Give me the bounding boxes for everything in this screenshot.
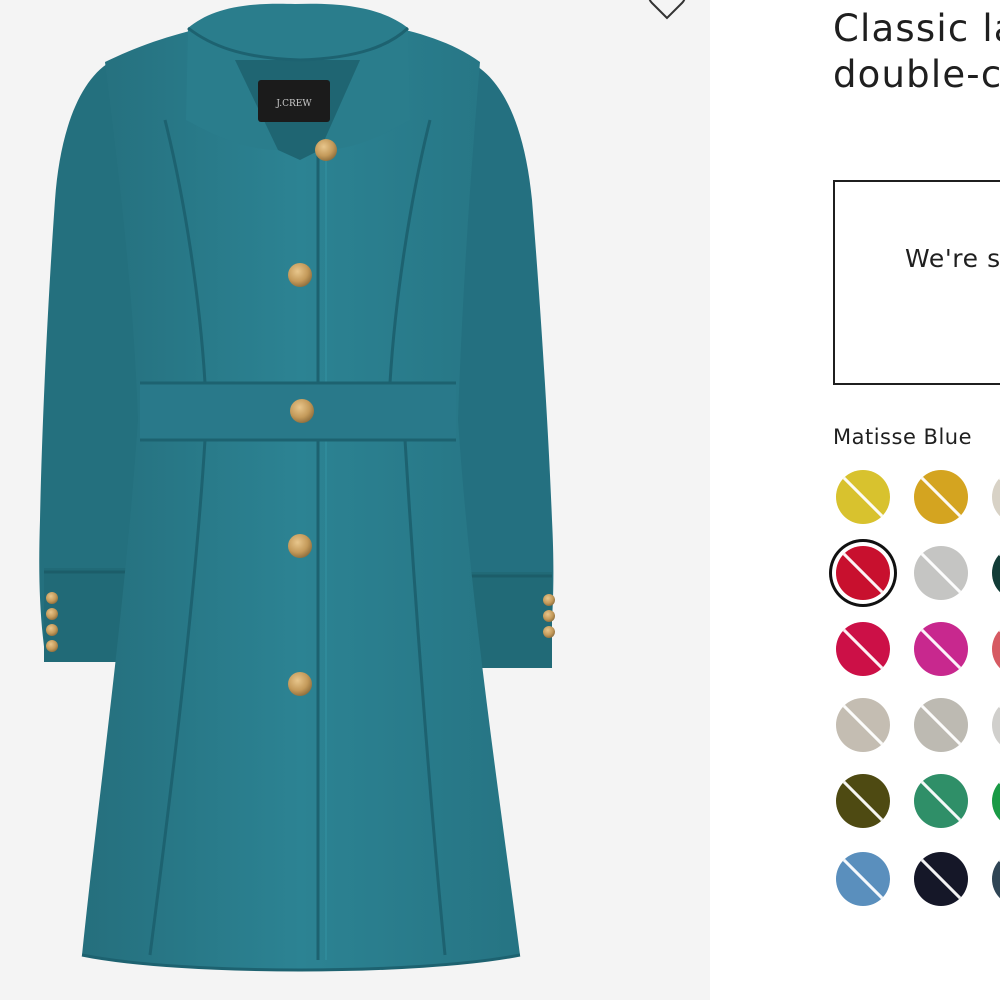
product-title: Classic la double-c: [833, 6, 1000, 98]
swatch-navy[interactable]: [914, 852, 968, 906]
unavailable-slash-icon: [992, 622, 1000, 676]
unavailable-slash-icon: [992, 698, 1000, 752]
unavailable-slash-icon: [992, 470, 1000, 524]
brand-label: J.CREW: [275, 99, 312, 109]
selected-color-label: Matisse Blue: [833, 425, 973, 449]
swatch-magenta[interactable]: [914, 622, 968, 676]
unavailable-slash-icon: [914, 698, 968, 752]
swatch-stone[interactable]: [836, 698, 890, 752]
swatch-pale-gray[interactable]: [992, 698, 1000, 752]
unavailable-slash-icon: [836, 546, 890, 600]
product-title-line-1: Classic la: [833, 7, 1000, 50]
swatch-steel-blue[interactable]: [836, 852, 890, 906]
swatch-slate[interactable]: [992, 852, 1000, 906]
product-image-panel: J.CREW: [0, 0, 710, 1000]
unavailable-slash-icon: [914, 774, 968, 828]
heart-outline-icon[interactable]: [645, 0, 689, 24]
unavailable-slash-icon: [992, 852, 1000, 906]
unavailable-slash-icon: [992, 546, 1000, 600]
unavailable-slash-icon: [914, 622, 968, 676]
swatch-cream[interactable]: [992, 470, 1000, 524]
swatch-red[interactable]: [836, 546, 890, 600]
unavailable-slash-icon: [914, 470, 968, 524]
swatch-crimson[interactable]: [836, 622, 890, 676]
unavailable-slash-icon: [914, 852, 968, 906]
swatch-taupe[interactable]: [914, 698, 968, 752]
product-info-panel: Classic la double-c We're s Matisse Blue: [710, 0, 1000, 1000]
unavailable-slash-icon: [992, 774, 1000, 828]
swatch-light-gray[interactable]: [914, 546, 968, 600]
swatch-mustard[interactable]: [914, 470, 968, 524]
unavailable-slash-icon: [836, 774, 890, 828]
unavailable-slash-icon: [836, 698, 890, 752]
swatch-yellow[interactable]: [836, 470, 890, 524]
swatch-dark-green[interactable]: [992, 546, 1000, 600]
product-page: J.CREW Classic la double-c We're s Matis…: [0, 0, 1000, 1000]
swatch-coral[interactable]: [992, 622, 1000, 676]
unavailable-slash-icon: [836, 852, 890, 906]
unavailable-slash-icon: [836, 622, 890, 676]
product-image-coat: J.CREW: [39, 3, 555, 972]
availability-notice-text: We're s: [905, 244, 1000, 273]
swatch-olive[interactable]: [836, 774, 890, 828]
product-title-line-2: double-c: [833, 53, 1000, 96]
swatch-kelly-green[interactable]: [992, 774, 1000, 828]
availability-notice-box: We're s: [833, 180, 1000, 385]
unavailable-slash-icon: [914, 546, 968, 600]
unavailable-slash-icon: [836, 470, 890, 524]
swatch-emerald[interactable]: [914, 774, 968, 828]
